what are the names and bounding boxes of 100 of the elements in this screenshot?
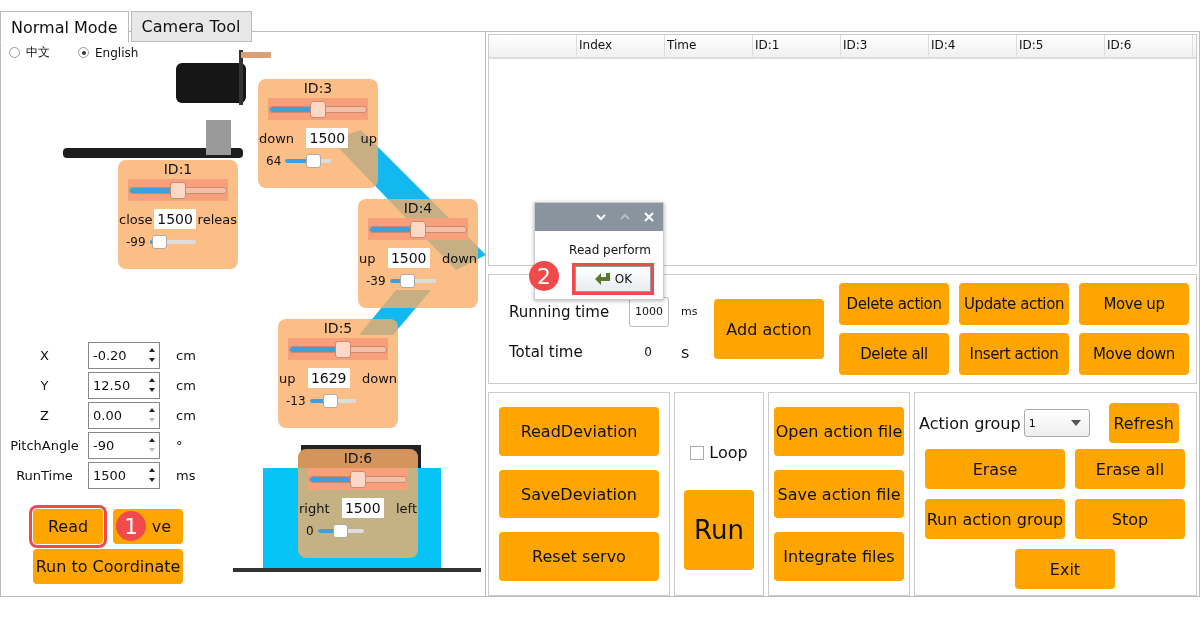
servo-label: down [361,370,397,386]
action-button[interactable]: Run to Coordinate [33,549,183,584]
offset-value: 64 [266,154,282,168]
action-group-button[interactable]: Erase [925,449,1065,489]
slider-thumb[interactable] [350,470,366,488]
slider-thumb[interactable] [170,181,186,199]
offset-slider[interactable] [149,235,196,249]
offset-slider[interactable] [317,524,364,538]
spin-field[interactable]: -90 [88,431,160,459]
offset-value: -99 [126,235,146,249]
column-header[interactable]: ID:6 [1105,35,1193,57]
action-button[interactable]: Move down [1079,333,1189,375]
coordinate-label: PitchAngle [9,437,80,453]
spin-field[interactable]: 0.00 [88,401,160,429]
servo-label: close [119,211,153,227]
action-group-dropdown[interactable]: 1 [1023,409,1090,437]
unit-label: cm [176,407,196,423]
unit-label: cm [176,377,196,393]
pulse-field[interactable]: 1500 [154,209,196,229]
slider-thumb[interactable] [410,220,426,238]
spin-field[interactable]: -0.20 [88,341,160,369]
spin-field[interactable]: 12.50 [88,371,160,399]
close-icon[interactable] [643,212,655,222]
action-group-button[interactable]: Stop [1075,499,1185,539]
offset-slider[interactable] [285,154,332,168]
add-action-button[interactable]: Add action [714,299,824,359]
offset-slider[interactable] [309,394,356,408]
file-button[interactable]: Open action file [774,407,904,456]
unit-label: ° [176,437,183,453]
step-badge: 2 [529,261,559,291]
servo-slider[interactable] [288,338,388,360]
total-time-label: Total time [509,343,584,361]
servo-label: right [299,500,330,516]
column-header[interactable]: Index [577,35,665,57]
coordinate-label: Z [39,407,50,423]
deviation-button[interactable]: SaveDeviation [499,469,659,519]
caret-icon [1070,420,1081,426]
servo-slider[interactable] [368,218,468,240]
coordinate-label: X [39,347,50,363]
servo-label: releas [197,211,237,227]
deviation-button[interactable]: Reset servo [499,532,659,581]
coordinate-label: RunTime [15,467,74,483]
action-button[interactable]: Insert action [959,333,1069,375]
chevron-up-icon[interactable] [619,212,631,222]
action-group-button[interactable]: Run action group [925,499,1065,539]
file-button[interactable]: Save action file [774,469,904,519]
running-time-label: Running time [509,302,611,321]
file-button[interactable]: Integrate files [774,532,904,581]
slider-thumb[interactable] [310,100,326,118]
language-radio[interactable]: English [78,44,139,61]
servo-slider[interactable] [268,98,368,120]
action-group-label: Action group [919,413,1021,433]
servo-title: ID:1 [162,161,194,179]
servo-label: down [259,130,295,146]
loop-checkbox[interactable]: Loop [690,443,748,462]
action-button[interactable]: Delete all [839,333,949,375]
total-time-value: 0 [643,345,653,359]
pulse-field[interactable]: 1500 [306,128,349,148]
ok-button[interactable]: OK [575,266,651,292]
column-header[interactable]: ID:5 [1017,35,1105,57]
enter-arrow-icon [593,272,612,286]
servo-slider[interactable] [308,468,408,490]
offset-value: -13 [286,394,306,408]
offset-value: -39 [366,274,386,288]
column-header[interactable]: ID:4 [929,35,1017,57]
servo-label: down [441,250,477,266]
pulse-field[interactable]: 1500 [341,498,384,518]
servo-label: up [360,130,377,146]
tab[interactable]: Camera Tool [130,11,252,42]
action-button[interactable]: Delete action [839,283,949,325]
chevron-down-icon[interactable] [595,212,607,222]
column-header[interactable]: Time [665,35,753,57]
action-button[interactable]: Update action [959,283,1069,325]
exit-button[interactable]: Exit [1015,549,1115,589]
run-button[interactable]: Run [684,490,754,570]
servo-slider[interactable] [128,179,228,201]
servo-title: ID:3 [302,80,334,98]
action-group-button[interactable]: Erase all [1075,449,1185,489]
spin-field[interactable]: 1500 [88,461,160,489]
column-header[interactable]: ID:1 [753,35,841,57]
pulse-field[interactable]: 1629 [307,368,350,388]
unit-label: s [681,342,690,362]
offset-slider[interactable] [389,274,436,288]
refresh-button[interactable]: Refresh [1108,403,1179,443]
tab[interactable]: Normal Mode [0,11,129,43]
slider-thumb[interactable] [334,340,351,358]
coordinate-label: Y [39,377,50,393]
servo-title: ID:5 [322,320,354,338]
deviation-button[interactable]: ReadDeviation [499,407,659,456]
unit-label: ms [681,305,698,318]
servo-label: up [359,250,376,266]
language-radio[interactable]: 中文 [9,44,50,61]
action-button[interactable]: Move up [1079,283,1189,325]
pulse-field[interactable]: 1500 [387,248,430,268]
unit-label: cm [176,347,196,363]
servo-label: left [395,500,417,516]
offset-value: 0 [306,524,314,538]
unit-label: ms [176,467,196,483]
column-header[interactable]: ID:3 [841,35,929,57]
servo-title: ID:4 [402,200,434,218]
